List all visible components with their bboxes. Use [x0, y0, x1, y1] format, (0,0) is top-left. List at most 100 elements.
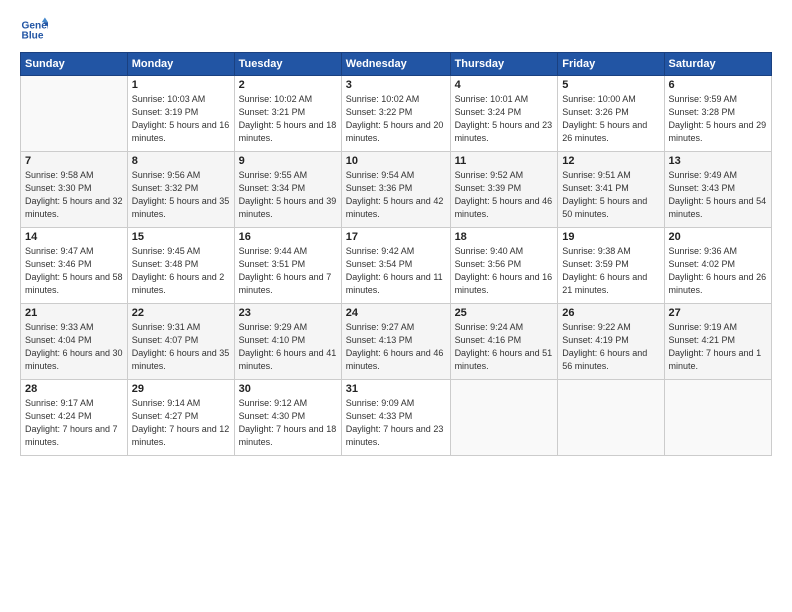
day-number: 1 — [132, 79, 230, 91]
day-content: Sunrise: 9:51 AM Sunset: 3:41 PM Dayligh… — [562, 169, 659, 221]
calendar-cell: 6 Sunrise: 9:59 AM Sunset: 3:28 PM Daylig… — [664, 76, 771, 152]
calendar-cell — [558, 380, 664, 456]
calendar-cell: 12 Sunrise: 9:51 AM Sunset: 3:41 PM Dayli… — [558, 152, 664, 228]
logo-icon: General Blue — [20, 16, 48, 44]
day-number: 30 — [239, 383, 337, 395]
day-content: Sunrise: 9:54 AM Sunset: 3:36 PM Dayligh… — [346, 169, 446, 221]
svg-text:Blue: Blue — [22, 31, 44, 42]
day-number: 29 — [132, 383, 230, 395]
day-content: Sunrise: 9:19 AM Sunset: 4:21 PM Dayligh… — [669, 321, 767, 373]
calendar-cell: 1 Sunrise: 10:03 AM Sunset: 3:19 PM Dayli… — [127, 76, 234, 152]
day-number: 21 — [25, 307, 123, 319]
header-friday: Friday — [558, 53, 664, 76]
day-content: Sunrise: 9:38 AM Sunset: 3:59 PM Dayligh… — [562, 245, 659, 297]
calendar-cell: 26 Sunrise: 9:22 AM Sunset: 4:19 PM Dayli… — [558, 304, 664, 380]
day-content: Sunrise: 9:12 AM Sunset: 4:30 PM Dayligh… — [239, 397, 337, 449]
calendar-cell: 10 Sunrise: 9:54 AM Sunset: 3:36 PM Dayli… — [341, 152, 450, 228]
day-number: 5 — [562, 79, 659, 91]
day-content: Sunrise: 9:31 AM Sunset: 4:07 PM Dayligh… — [132, 321, 230, 373]
calendar-cell: 21 Sunrise: 9:33 AM Sunset: 4:04 PM Dayli… — [21, 304, 128, 380]
day-content: Sunrise: 10:02 AM Sunset: 3:21 PM Daylig… — [239, 93, 337, 145]
day-number: 14 — [25, 231, 123, 243]
week-row-3: 14Sunrise: 9:47 AM Sunset: 3:46 PM Dayli… — [21, 228, 772, 304]
calendar-cell: 30 Sunrise: 9:12 AM Sunset: 4:30 PM Dayli… — [234, 380, 341, 456]
day-number: 10 — [346, 155, 446, 167]
day-number: 8 — [132, 155, 230, 167]
day-content: Sunrise: 9:27 AM Sunset: 4:13 PM Dayligh… — [346, 321, 446, 373]
calendar-cell: 29 Sunrise: 9:14 AM Sunset: 4:27 PM Dayli… — [127, 380, 234, 456]
calendar-cell: 7 Sunrise: 9:58 AM Sunset: 3:30 PM Daylig… — [21, 152, 128, 228]
calendar-cell: 3Sunrise: 10:02 AM Sunset: 3:22 PM Dayli… — [341, 76, 450, 152]
calendar-cell: 19 Sunrise: 9:38 AM Sunset: 3:59 PM Dayli… — [558, 228, 664, 304]
day-content: Sunrise: 10:01 AM Sunset: 3:24 PM Daylig… — [455, 93, 554, 145]
week-row-1: 1 Sunrise: 10:03 AM Sunset: 3:19 PM Dayli… — [21, 76, 772, 152]
calendar-cell: 16 Sunrise: 9:44 AM Sunset: 3:51 PM Dayli… — [234, 228, 341, 304]
day-number: 6 — [669, 79, 767, 91]
day-number: 18 — [455, 231, 554, 243]
calendar-cell: 27Sunrise: 9:19 AM Sunset: 4:21 PM Dayli… — [664, 304, 771, 380]
calendar-cell: 20 Sunrise: 9:36 AM Sunset: 4:02 PM Dayli… — [664, 228, 771, 304]
calendar-cell — [21, 76, 128, 152]
day-content: Sunrise: 9:24 AM Sunset: 4:16 PM Dayligh… — [455, 321, 554, 373]
calendar-cell: 18 Sunrise: 9:40 AM Sunset: 3:56 PM Dayli… — [450, 228, 558, 304]
calendar-cell: 8 Sunrise: 9:56 AM Sunset: 3:32 PM Daylig… — [127, 152, 234, 228]
calendar-table: SundayMondayTuesdayWednesdayThursdayFrid… — [20, 52, 772, 456]
day-number: 23 — [239, 307, 337, 319]
day-number: 22 — [132, 307, 230, 319]
header-monday: Monday — [127, 53, 234, 76]
calendar-cell: 14Sunrise: 9:47 AM Sunset: 3:46 PM Dayli… — [21, 228, 128, 304]
calendar-cell: 13 Sunrise: 9:49 AM Sunset: 3:43 PM Dayli… — [664, 152, 771, 228]
day-number: 16 — [239, 231, 337, 243]
day-content: Sunrise: 9:33 AM Sunset: 4:04 PM Dayligh… — [25, 321, 123, 373]
calendar-cell: 25Sunrise: 9:24 AM Sunset: 4:16 PM Dayli… — [450, 304, 558, 380]
day-content: Sunrise: 9:58 AM Sunset: 3:30 PM Dayligh… — [25, 169, 123, 221]
day-number: 15 — [132, 231, 230, 243]
day-content: Sunrise: 9:09 AM Sunset: 4:33 PM Dayligh… — [346, 397, 446, 449]
day-number: 26 — [562, 307, 659, 319]
calendar-cell: 23 Sunrise: 9:29 AM Sunset: 4:10 PM Dayli… — [234, 304, 341, 380]
day-content: Sunrise: 9:44 AM Sunset: 3:51 PM Dayligh… — [239, 245, 337, 297]
header-saturday: Saturday — [664, 53, 771, 76]
calendar-cell: 17Sunrise: 9:42 AM Sunset: 3:54 PM Dayli… — [341, 228, 450, 304]
week-row-2: 7 Sunrise: 9:58 AM Sunset: 3:30 PM Daylig… — [21, 152, 772, 228]
day-number: 31 — [346, 383, 446, 395]
day-content: Sunrise: 9:36 AM Sunset: 4:02 PM Dayligh… — [669, 245, 767, 297]
day-content: Sunrise: 9:56 AM Sunset: 3:32 PM Dayligh… — [132, 169, 230, 221]
header-tuesday: Tuesday — [234, 53, 341, 76]
day-content: Sunrise: 10:03 AM Sunset: 3:19 PM Daylig… — [132, 93, 230, 145]
day-content: Sunrise: 9:45 AM Sunset: 3:48 PM Dayligh… — [132, 245, 230, 297]
day-number: 7 — [25, 155, 123, 167]
day-number: 12 — [562, 155, 659, 167]
calendar-header-row: SundayMondayTuesdayWednesdayThursdayFrid… — [21, 53, 772, 76]
day-content: Sunrise: 9:22 AM Sunset: 4:19 PM Dayligh… — [562, 321, 659, 373]
day-number: 3 — [346, 79, 446, 91]
calendar-cell: 9Sunrise: 9:55 AM Sunset: 3:34 PM Daylig… — [234, 152, 341, 228]
calendar-cell: 24Sunrise: 9:27 AM Sunset: 4:13 PM Dayli… — [341, 304, 450, 380]
logo: General Blue — [20, 16, 52, 44]
calendar-cell: 5 Sunrise: 10:00 AM Sunset: 3:26 PM Dayli… — [558, 76, 664, 152]
calendar-cell: 22 Sunrise: 9:31 AM Sunset: 4:07 PM Dayli… — [127, 304, 234, 380]
day-number: 19 — [562, 231, 659, 243]
day-content: Sunrise: 9:40 AM Sunset: 3:56 PM Dayligh… — [455, 245, 554, 297]
day-content: Sunrise: 9:59 AM Sunset: 3:28 PM Dayligh… — [669, 93, 767, 145]
day-content: Sunrise: 9:42 AM Sunset: 3:54 PM Dayligh… — [346, 245, 446, 297]
day-content: Sunrise: 9:49 AM Sunset: 3:43 PM Dayligh… — [669, 169, 767, 221]
day-number: 11 — [455, 155, 554, 167]
day-number: 13 — [669, 155, 767, 167]
calendar-cell: 11 Sunrise: 9:52 AM Sunset: 3:39 PM Dayli… — [450, 152, 558, 228]
day-number: 4 — [455, 79, 554, 91]
week-row-4: 21 Sunrise: 9:33 AM Sunset: 4:04 PM Dayli… — [21, 304, 772, 380]
calendar-cell: 2 Sunrise: 10:02 AM Sunset: 3:21 PM Dayli… — [234, 76, 341, 152]
day-content: Sunrise: 9:14 AM Sunset: 4:27 PM Dayligh… — [132, 397, 230, 449]
calendar-cell — [664, 380, 771, 456]
day-content: Sunrise: 9:52 AM Sunset: 3:39 PM Dayligh… — [455, 169, 554, 221]
day-content: Sunrise: 9:29 AM Sunset: 4:10 PM Dayligh… — [239, 321, 337, 373]
day-number: 2 — [239, 79, 337, 91]
week-row-5: 28Sunrise: 9:17 AM Sunset: 4:24 PM Dayli… — [21, 380, 772, 456]
day-number: 20 — [669, 231, 767, 243]
calendar-cell — [450, 380, 558, 456]
header-sunday: Sunday — [21, 53, 128, 76]
page-header: General Blue — [20, 16, 772, 44]
calendar-cell: 15 Sunrise: 9:45 AM Sunset: 3:48 PM Dayli… — [127, 228, 234, 304]
day-content: Sunrise: 10:00 AM Sunset: 3:26 PM Daylig… — [562, 93, 659, 145]
